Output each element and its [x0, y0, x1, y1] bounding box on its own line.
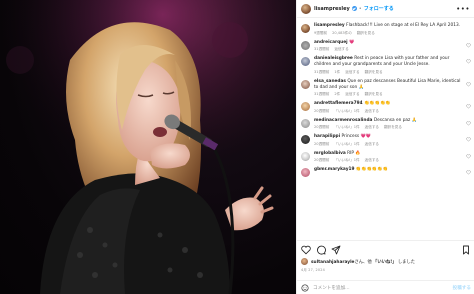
heart-icon[interactable] — [466, 59, 471, 64]
heart-icon[interactable] — [466, 170, 471, 175]
comment-time: 31週間前 — [314, 92, 330, 96]
header-separator: • — [358, 5, 362, 12]
comment-username[interactable]: gbmr.marykay19 — [314, 167, 354, 172]
commenter-avatar[interactable] — [301, 40, 310, 50]
post-photo[interactable] — [0, 0, 296, 294]
commenter-avatar[interactable] — [301, 79, 310, 89]
commenter-avatar[interactable] — [301, 135, 310, 144]
reply-link[interactable]: 返信する — [365, 109, 379, 113]
translate-link[interactable]: 翻訳を見る — [365, 70, 383, 74]
comment-time: 20週間前 — [314, 125, 330, 129]
author-avatar[interactable] — [301, 3, 311, 14]
comment-like-count: 「いいね!」1件 — [334, 141, 360, 146]
comment-row: elsa_sanedas Que en paz descanses Beauti… — [301, 79, 471, 98]
comment-time: 20週間前 — [314, 108, 330, 113]
reply-link[interactable]: 返信する — [345, 92, 359, 96]
caption-time: 9週間前 — [314, 30, 328, 35]
comment-text: 👏👏👏👏👏👏 — [355, 167, 388, 172]
post-side-panel: lisampresley • フォローする ••• lisampresley F… — [296, 0, 474, 294]
comment-row: mrglobalbiva RIP 🔥 20週間前 「いいね!」1件 返信する — [301, 151, 471, 164]
comment-text: Descansa en paz 🙏 — [373, 117, 418, 123]
commenter-avatar[interactable] — [301, 102, 310, 111]
comment-text: 💗 — [349, 39, 355, 45]
comment-row: harapilippi Princess 💗💗 20週間前 「いいね!」1件 返信す… — [301, 134, 471, 147]
liked-by-username[interactable]: sultanahjaharayle — [311, 260, 354, 265]
comment-text: Princess 💗💗 — [341, 134, 372, 139]
liked-by-others[interactable]: 「いいね!」 — [373, 260, 396, 265]
singer-illustration — [0, 0, 296, 294]
comments-list[interactable]: lisampresley Flashback!!! Live on stage … — [297, 19, 474, 247]
post-comment-button[interactable]: 投稿する — [453, 285, 471, 291]
heart-icon[interactable] — [301, 245, 311, 255]
heart-icon[interactable] — [466, 42, 471, 48]
caption-likes: 20,483件の — [332, 30, 352, 35]
heart-icon[interactable] — [466, 153, 471, 159]
caption-text: Flashback!!! Live on stage at el El Rey … — [346, 23, 461, 28]
comment-time: 20週間前 — [314, 158, 330, 162]
instagram-post-view: lisampresley • フォローする ••• lisampresley F… — [0, 0, 474, 294]
comment-like-count: 「いいね!」1件 — [334, 125, 360, 129]
emoji-icon[interactable] — [301, 283, 309, 292]
follow-button[interactable]: フォローする — [364, 5, 394, 12]
comment-time: 31週間前 — [314, 47, 330, 51]
verified-badge-icon — [351, 6, 357, 11]
translate-link[interactable]: 翻訳を見る — [384, 125, 402, 129]
caption-translate-link[interactable]: 翻訳を見る — [357, 31, 375, 35]
author-username[interactable]: lisampresley — [314, 6, 350, 12]
liked-by-avatar — [301, 258, 308, 265]
liked-by-row[interactable]: sultanahjaharayleさん、他 「いいね!」 しました — [301, 258, 471, 265]
reply-link[interactable]: 返信する — [365, 158, 379, 162]
translate-link[interactable]: 翻訳を見る — [365, 92, 383, 96]
reply-link[interactable]: 返信する — [365, 142, 379, 146]
heart-icon[interactable] — [466, 120, 471, 126]
more-options-icon[interactable]: ••• — [456, 5, 470, 13]
comment-row: gbmr.marykay19 👏👏👏👏👏👏 — [301, 167, 471, 177]
comment-username[interactable]: elsa_sanedas — [314, 79, 346, 84]
comment-row: andrettaflemera794 👏👏👏👏👏 20週間前 「いいね!」1件 返信… — [301, 101, 471, 114]
comment-like-count: 「いいね!」1件 — [334, 108, 360, 113]
heart-icon[interactable] — [466, 104, 471, 109]
caption-avatar[interactable] — [301, 24, 310, 33]
reply-link[interactable]: 返信する — [365, 125, 379, 129]
comment-like-count: 1件 — [334, 69, 341, 74]
commenter-avatar[interactable] — [301, 57, 310, 66]
post-date: 4月 27, 2024 — [301, 268, 325, 272]
comment-username[interactable]: andrettaflemera794 — [314, 101, 363, 106]
post-header: lisampresley • フォローする ••• — [297, 0, 474, 18]
comment-time: 20週間前 — [314, 141, 330, 146]
comment-username[interactable]: mrglobalbiva — [314, 151, 346, 156]
commenter-avatar[interactable] — [301, 118, 310, 128]
comment-time: 31週間前 — [314, 69, 330, 74]
reply-link[interactable]: 返信する — [334, 47, 348, 51]
reply-link[interactable]: 返信する — [345, 70, 359, 74]
add-comment-bar: コメントを追加... 投稿する — [297, 280, 474, 294]
liked-by-suffix: さん、他 — [354, 259, 372, 265]
heart-icon[interactable] — [466, 81, 471, 87]
comment-like-count: 「いいね!」1件 — [334, 158, 360, 162]
comment-text: RIP 🔥 — [347, 150, 361, 156]
commenter-avatar[interactable] — [301, 151, 310, 161]
caption-row: lisampresley Flashback!!! Live on stage … — [301, 23, 471, 36]
comment-text: 👏👏👏👏👏 — [363, 101, 391, 106]
liked-by-end: しました — [397, 259, 416, 265]
bookmark-icon[interactable] — [461, 245, 471, 255]
comment-like-count: 2件 — [334, 92, 341, 96]
heart-icon[interactable] — [466, 137, 471, 142]
post-actions: sultanahjaharayleさん、他 「いいね!」 しました 4月 27,… — [297, 240, 474, 294]
paper-plane-icon[interactable] — [331, 245, 341, 255]
comment-row: medinacarmenrosalinda Descansa en paz 🙏 … — [301, 118, 471, 131]
comment-username[interactable]: daniealeisgbree — [314, 56, 353, 61]
action-icon-row — [301, 244, 471, 256]
comment-row: daniealeisgbree Rest in peace Lisa with … — [301, 56, 471, 75]
comment-username[interactable]: medinacarmenrosalinda — [314, 118, 372, 123]
comment-username[interactable]: andreicarquej — [314, 40, 348, 45]
comment-username[interactable]: harapilippi — [314, 134, 340, 139]
caption-username[interactable]: lisampresley — [314, 23, 345, 28]
comment-input[interactable]: コメントを追加... — [313, 285, 350, 291]
comment-icon[interactable] — [316, 245, 326, 255]
comment-row: andreicarquej 💗 31週間前 返信する — [301, 40, 471, 53]
commenter-avatar[interactable] — [301, 168, 310, 177]
